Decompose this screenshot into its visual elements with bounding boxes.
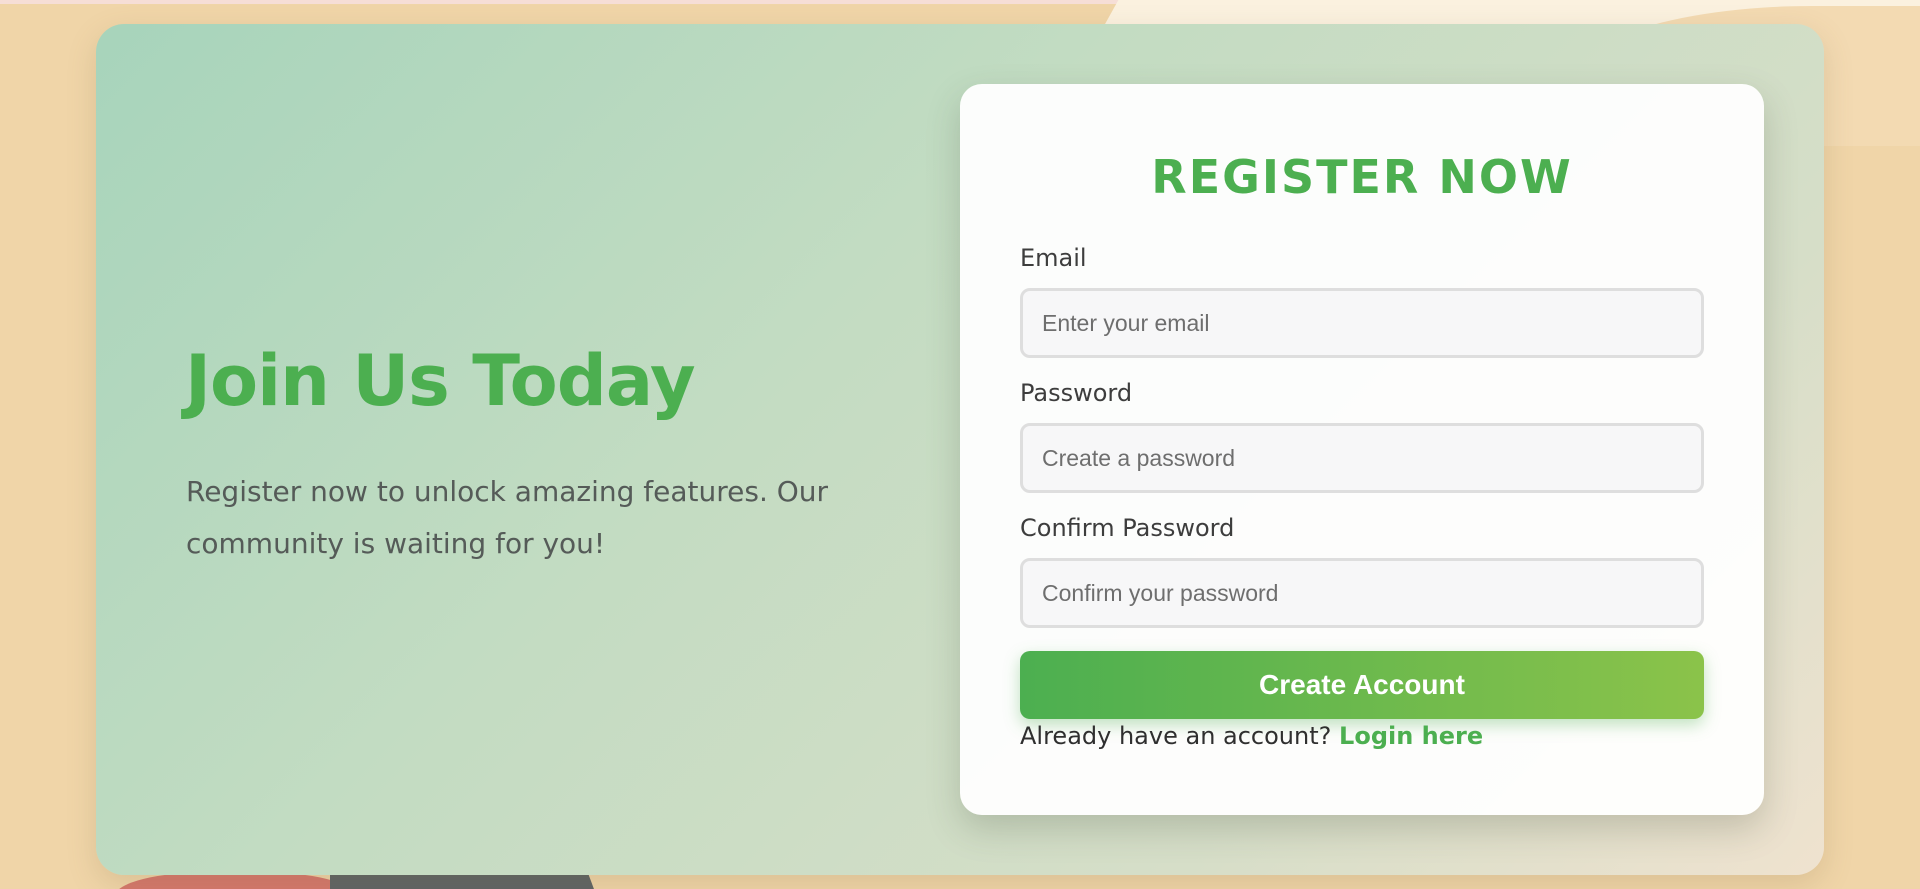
password-label: Password (1020, 379, 1133, 407)
password-input[interactable] (1020, 423, 1704, 493)
hero-title: Join Us Today (185, 340, 696, 422)
email-input[interactable] (1020, 288, 1704, 358)
confirm-password-input[interactable] (1020, 558, 1704, 628)
login-link[interactable]: Login here (1339, 722, 1483, 750)
confirm-password-label: Confirm Password (1020, 514, 1235, 542)
email-label: Email (1020, 244, 1087, 272)
create-account-button[interactable]: Create Account (1020, 651, 1704, 719)
login-prompt-text: Already have an account? (1020, 722, 1332, 750)
login-prompt-row: Already have an account? Login here (1020, 722, 1483, 750)
form-title: REGISTER NOW (1151, 150, 1573, 204)
hero-subtitle: Register now to unlock amazing features.… (186, 475, 829, 560)
registration-form: REGISTER NOW Email Password Confirm Pass… (960, 84, 1764, 815)
